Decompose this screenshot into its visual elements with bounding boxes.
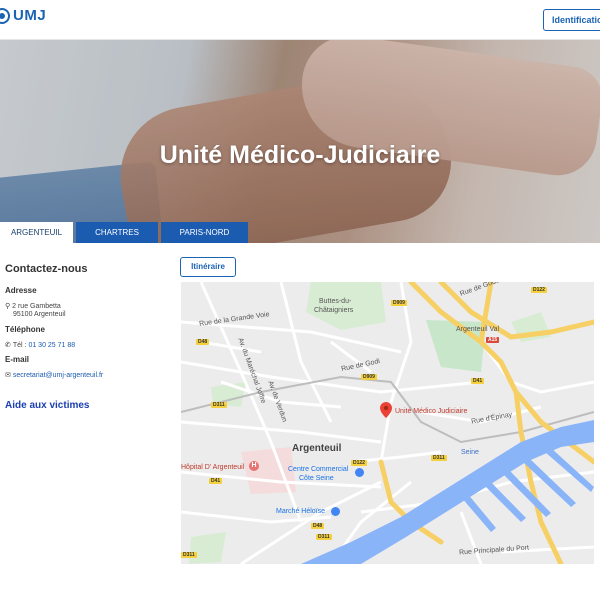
- road-badge-d48: D48: [196, 339, 210, 345]
- contact-title: Contactez-nous: [5, 263, 88, 275]
- email-link[interactable]: secretariat@umj-argenteuil.fr: [13, 372, 103, 379]
- email-line: ✉ secretariat@umj-argenteuil.fr: [5, 371, 103, 379]
- market-icon: [331, 507, 340, 516]
- map-label-chataigniers: Châtaigniers: [314, 307, 354, 314]
- aide-aux-victimes-link[interactable]: Aide aux victimes: [5, 400, 89, 411]
- map-city-argenteuil: Argenteuil: [292, 443, 342, 454]
- map-base: [181, 282, 594, 564]
- site-header: UMJ Identification: [0, 0, 600, 40]
- road-badge-d122: D122: [531, 287, 547, 293]
- hero-banner: Unité Médico-Judiciaire: [0, 40, 600, 243]
- location-pin-icon: ⚲: [5, 303, 11, 310]
- road-badge-d311: D311: [211, 402, 227, 408]
- road-badge-a15: A15: [486, 337, 500, 343]
- tab-chartres[interactable]: CHARTRES: [76, 222, 158, 243]
- phone-line: ✆ Tél : 01 30 25 71 88: [5, 341, 75, 349]
- map-poi-centre-commercial: Centre Commercial: [288, 466, 349, 473]
- address-line-1: ⚲ 2 rue Gambetta: [5, 302, 61, 310]
- road-badge-d41: D41: [471, 378, 485, 384]
- logo-text: UMJ: [13, 7, 47, 24]
- road-badge-d311-4: D311: [181, 552, 197, 558]
- shopping-icon: [355, 468, 364, 477]
- itinerary-button[interactable]: Itinéraire: [180, 257, 236, 277]
- address-label: Adresse: [5, 286, 37, 295]
- map-label-seine: Seine: [461, 449, 479, 456]
- tab-paris-nord[interactable]: PARIS-NORD: [161, 222, 248, 243]
- hospital-icon: H: [249, 461, 259, 471]
- road-badge-d311-2: D311: [431, 455, 447, 461]
- envelope-icon: ✉: [5, 372, 11, 379]
- map-poi-hopital: Hôpital D' Argenteuil: [181, 464, 245, 471]
- phone-prefix: Tél :: [12, 342, 27, 349]
- map-poi-cote-seine: Côte Seine: [299, 475, 334, 482]
- road-badge-d122-2: D122: [351, 460, 367, 466]
- site-tabs: ARGENTEUIL CHARTRES PARIS-NORD: [0, 222, 251, 243]
- map-label-argenteuil-val: Argenteuil Val: [456, 326, 500, 333]
- map-label-buttes: Buttes-du-: [319, 298, 352, 305]
- page-title: Unité Médico-Judiciaire: [159, 141, 441, 169]
- map-pin-icon: [380, 402, 392, 418]
- logo-icon: [0, 7, 10, 24]
- road-badge-d41-2: D41: [209, 478, 223, 484]
- address-street: 2 rue Gambetta: [12, 303, 61, 310]
- map-poi-umj: Unité Médico Judiciaire: [395, 408, 468, 415]
- road-badge-d909-2: D909: [361, 374, 377, 380]
- location-map[interactable]: Buttes-du- Châtaigniers Rue de la Grande…: [181, 282, 594, 564]
- umj-logo[interactable]: UMJ: [0, 7, 46, 24]
- tab-argenteuil[interactable]: ARGENTEUIL: [0, 222, 73, 243]
- phone-icon: ✆: [5, 342, 11, 349]
- road-badge-d311-3: D311: [316, 534, 332, 540]
- road-badge-d48-2: D48: [311, 523, 325, 529]
- email-label: E-mail: [5, 355, 30, 364]
- phone-link[interactable]: 01 30 25 71 88: [28, 342, 75, 349]
- road-badge-d909: D909: [391, 300, 407, 306]
- map-poi-marche: Marché Héloïse: [276, 508, 326, 515]
- phone-label: Téléphone: [5, 325, 46, 334]
- address-line-2: 95100 Argenteuil: [13, 311, 66, 318]
- identification-button[interactable]: Identification: [543, 9, 600, 31]
